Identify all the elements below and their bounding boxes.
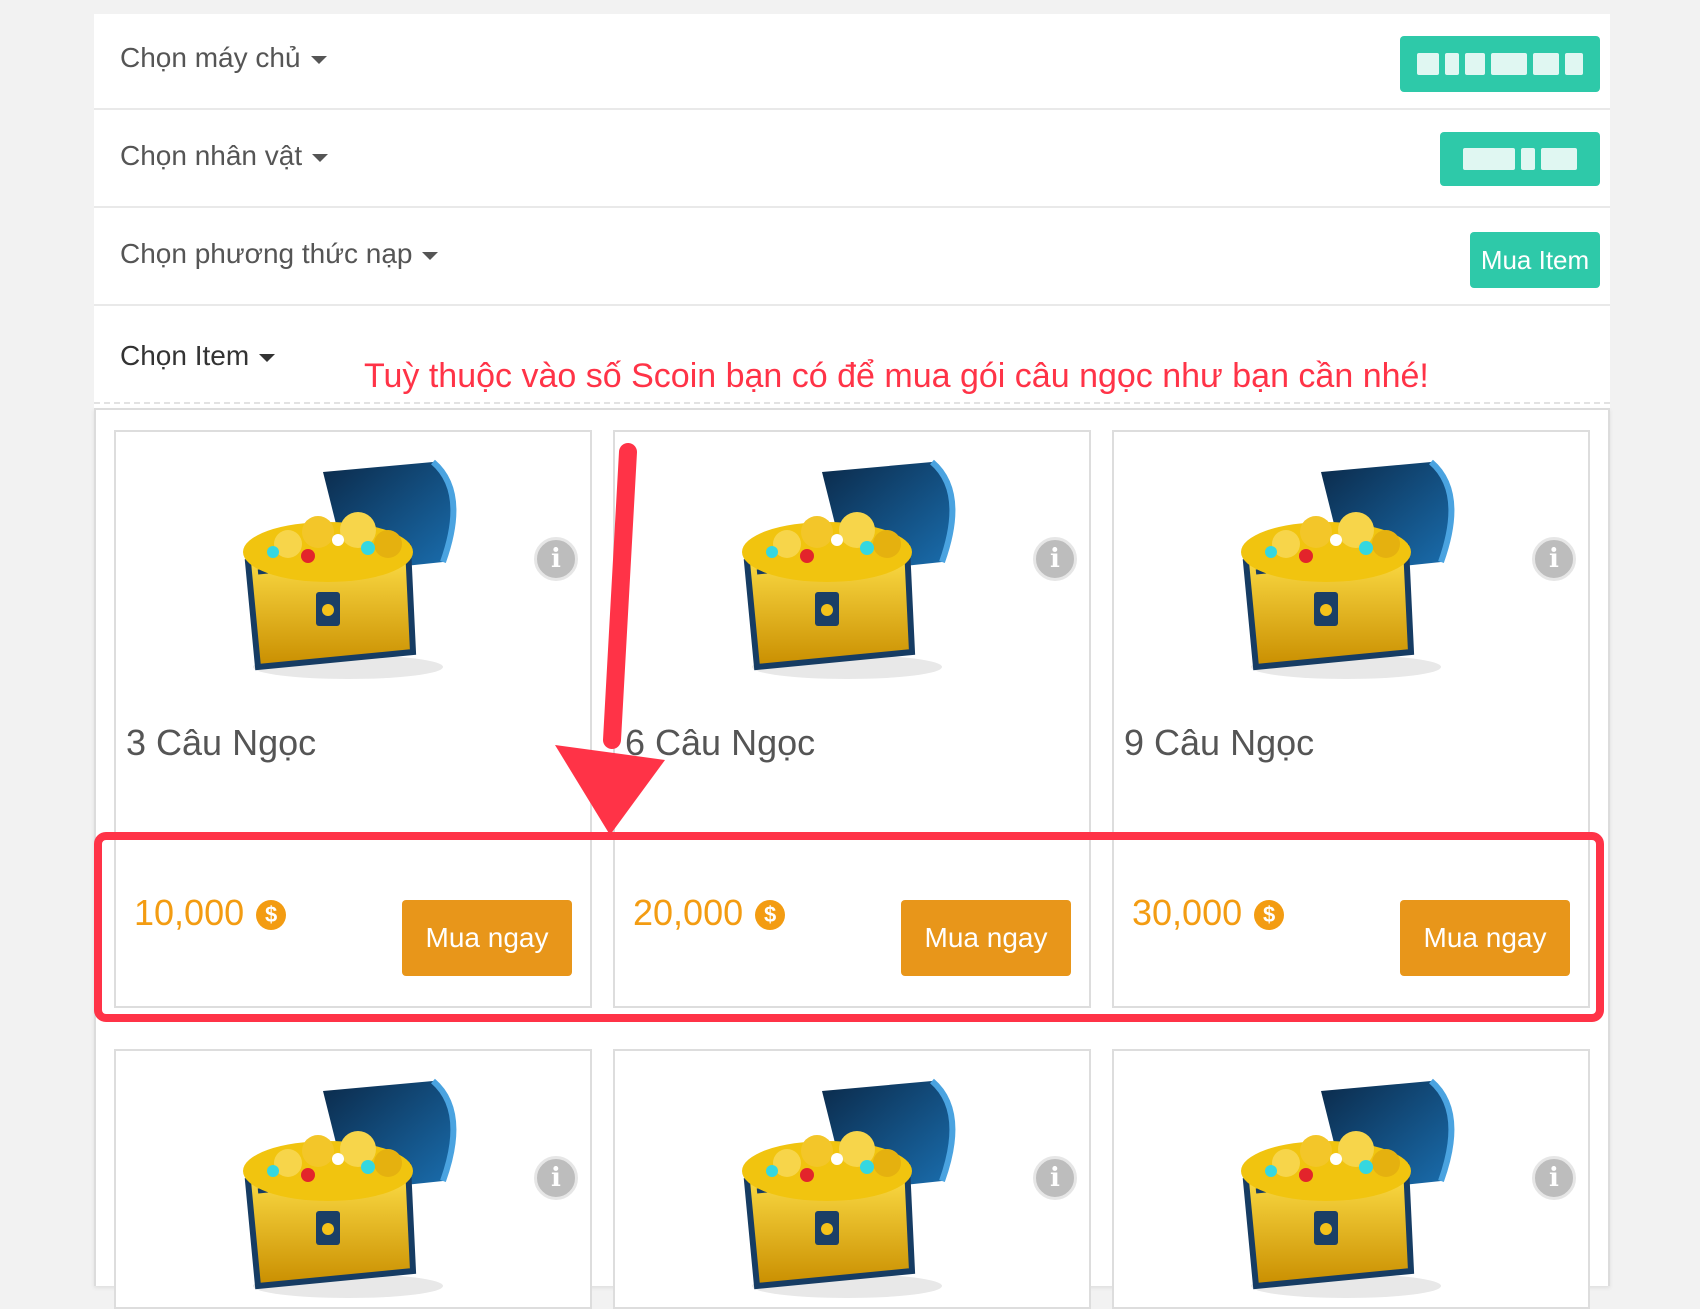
item-card[interactable]: i 9 Câu Ngọc 30,000 $ Mua ngay (1112, 430, 1590, 1008)
item-card[interactable]: i 6 Câu Ngọc 20,000 $ Mua ngay (613, 430, 1091, 1008)
redacted-character-name (1463, 148, 1577, 170)
caret-down-icon (422, 252, 439, 260)
character-selected-pill[interactable] (1440, 132, 1600, 186)
info-icon[interactable]: i (1033, 1156, 1077, 1200)
caret-down-icon (310, 56, 327, 64)
treasure-chest-image (228, 452, 478, 682)
server-row: Chọn máy chủ (94, 14, 1610, 110)
server-dropdown-label: Chọn máy chủ (120, 42, 301, 73)
treasure-chest-image (727, 452, 977, 682)
item-card[interactable]: i (1112, 1049, 1590, 1309)
item-price: 10,000 $ (134, 892, 287, 934)
character-dropdown-label: Chọn nhân vật (120, 140, 303, 171)
treasure-chest-image (727, 1071, 977, 1301)
item-card[interactable]: i (613, 1049, 1091, 1309)
item-price: 30,000 $ (1132, 892, 1285, 934)
item-price-value: 10,000 (134, 892, 245, 933)
info-icon[interactable]: i (534, 537, 578, 581)
treasure-chest-image (1226, 1071, 1476, 1301)
caret-down-icon (312, 154, 329, 162)
payment-method-dropdown-label: Chọn phương thức nạp (120, 238, 413, 269)
caret-down-icon (259, 354, 276, 362)
buy-now-button[interactable]: Mua ngay (1400, 900, 1570, 976)
payment-method-row: Chọn phương thức nạp Mua Item (94, 210, 1610, 306)
treasure-chest-image (228, 1071, 478, 1301)
item-card[interactable]: i (114, 1049, 592, 1309)
item-price-value: 20,000 (633, 892, 744, 933)
coin-icon: $ (1254, 900, 1285, 930)
buy-now-button[interactable]: Mua ngay (402, 900, 572, 976)
item-price-value: 30,000 (1132, 892, 1243, 933)
item-dropdown-label: Chọn Item (120, 340, 250, 371)
coin-icon: $ (755, 900, 786, 930)
info-icon[interactable]: i (1532, 537, 1576, 581)
top-strip (94, 0, 1610, 14)
item-title: 3 Câu Ngọc (126, 722, 317, 763)
item-price: 20,000 $ (633, 892, 786, 934)
payment-method-selected-label: Mua Item (1480, 244, 1590, 275)
info-icon[interactable]: i (534, 1156, 578, 1200)
info-icon[interactable]: i (1033, 537, 1077, 581)
server-selected-pill[interactable] (1400, 36, 1600, 92)
annotation-note: Tuỳ thuộc vào số Scoin bạn có để mua gói… (364, 357, 1429, 395)
character-dropdown[interactable]: Chọn nhân vật (120, 140, 329, 172)
payment-method-dropdown[interactable]: Chọn phương thức nạp (120, 238, 439, 270)
info-icon[interactable]: i (1532, 1156, 1576, 1200)
buy-now-button[interactable]: Mua ngay (901, 900, 1071, 976)
coin-icon: $ (256, 900, 287, 930)
item-title: 6 Câu Ngọc (625, 722, 816, 763)
character-row: Chọn nhân vật (94, 112, 1610, 208)
item-card[interactable]: i 3 Câu Ngọc 10,000 $ Mua ngay (114, 430, 592, 1008)
server-dropdown[interactable]: Chọn máy chủ (120, 42, 327, 74)
treasure-chest-image (1226, 452, 1476, 682)
item-dropdown[interactable]: Chọn Item (120, 340, 276, 372)
redacted-server-name (1417, 53, 1583, 75)
payment-method-selected-pill[interactable]: Mua Item (1470, 232, 1600, 288)
item-title: 9 Câu Ngọc (1124, 722, 1315, 763)
